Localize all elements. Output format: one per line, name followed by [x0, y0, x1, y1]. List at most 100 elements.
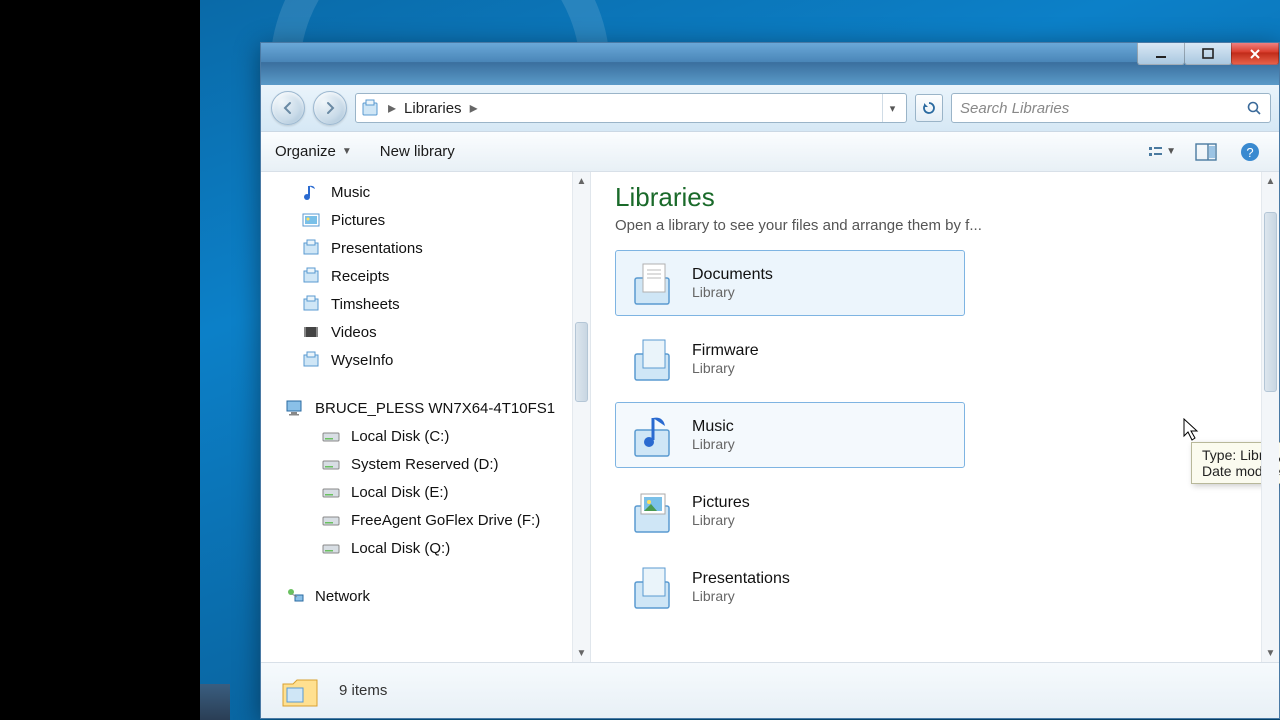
breadcrumb-location[interactable]: Libraries — [398, 100, 468, 117]
libraries-icon — [360, 97, 382, 119]
view-options-button[interactable]: ▼ — [1147, 139, 1177, 165]
content-scrollbar[interactable]: ▲ ▼ — [1261, 172, 1279, 662]
sidebar-drive-d[interactable]: System Reserved (D:) — [261, 450, 590, 478]
minimize-button[interactable] — [1137, 43, 1185, 65]
library-list: Documents Library Firmware Library — [615, 250, 1279, 620]
scrollbar-thumb[interactable] — [1264, 212, 1277, 392]
maximize-icon — [1202, 48, 1214, 60]
page-subtitle: Open a library to see your files and arr… — [615, 217, 1279, 234]
scroll-up-icon[interactable]: ▲ — [1262, 172, 1279, 190]
forward-arrow-icon — [322, 100, 338, 116]
sidebar-item-music[interactable]: Music — [261, 178, 590, 206]
navigation-pane[interactable]: Music Pictures Presentations Receipts Ti… — [261, 172, 591, 662]
sidebar-item-label: Local Disk (C:) — [351, 428, 449, 445]
library-name: Firmware — [692, 342, 759, 360]
library-name: Presentations — [692, 570, 790, 588]
preview-pane-button[interactable] — [1191, 139, 1221, 165]
pictures-library-icon — [626, 485, 678, 537]
content-pane[interactable]: Libraries Open a library to see your fil… — [591, 172, 1279, 662]
library-item-music[interactable]: Music Library — [615, 402, 965, 468]
back-button[interactable] — [271, 91, 305, 125]
preview-pane-icon — [1195, 143, 1217, 161]
sidebar-item-pictures[interactable]: Pictures — [261, 206, 590, 234]
sidebar-item-timsheets[interactable]: Timsheets — [261, 290, 590, 318]
status-item-count: 9 items — [339, 682, 387, 699]
sidebar-drive-q[interactable]: Local Disk (Q:) — [261, 534, 590, 562]
search-icon — [1246, 100, 1262, 116]
sidebar-computer-label: BRUCE_PLESS WN7X64-4T10FS1 — [315, 400, 555, 417]
scroll-down-icon[interactable]: ▼ — [573, 644, 590, 662]
forward-button[interactable] — [313, 91, 347, 125]
scrollbar-thumb[interactable] — [575, 322, 588, 402]
address-dropdown[interactable]: ▾ — [882, 94, 902, 122]
drive-icon — [321, 510, 341, 530]
view-icon — [1148, 143, 1162, 161]
titlebar[interactable] — [261, 43, 1279, 85]
address-bar[interactable]: ▸ Libraries ▸ ▾ — [355, 93, 907, 123]
sidebar-item-label: System Reserved (D:) — [351, 456, 499, 473]
sidebar-item-wyseinfo[interactable]: WyseInfo — [261, 346, 590, 374]
new-library-button[interactable]: New library — [380, 143, 455, 160]
new-library-label: New library — [380, 143, 455, 160]
search-box[interactable]: Search Libraries — [951, 93, 1271, 123]
library-type: Library — [692, 588, 790, 604]
generic-library-icon — [626, 333, 678, 385]
window-controls — [1138, 43, 1279, 65]
maximize-button[interactable] — [1184, 43, 1232, 65]
generic-library-icon — [626, 561, 678, 613]
status-bar: 9 items — [261, 662, 1279, 718]
sidebar-item-presentations[interactable]: Presentations — [261, 234, 590, 262]
drive-icon — [321, 538, 341, 558]
minimize-icon — [1155, 48, 1167, 60]
sidebar-drive-c[interactable]: Local Disk (C:) — [261, 422, 590, 450]
sidebar-item-label: Pictures — [331, 212, 385, 229]
documents-library-icon — [626, 257, 678, 309]
sidebar-item-label: Videos — [331, 324, 377, 341]
library-item-pictures[interactable]: Pictures Library — [615, 478, 965, 544]
sidebar-computer[interactable]: BRUCE_PLESS WN7X64-4T10FS1 — [261, 394, 590, 422]
sidebar-item-receipts[interactable]: Receipts — [261, 262, 590, 290]
sidebar-item-label: Local Disk (Q:) — [351, 540, 450, 557]
library-type: Library — [692, 436, 735, 452]
library-name: Pictures — [692, 494, 750, 512]
scroll-up-icon[interactable]: ▲ — [573, 172, 590, 190]
sidebar-item-label: Timsheets — [331, 296, 400, 313]
sidebar-drive-f[interactable]: FreeAgent GoFlex Drive (F:) — [261, 506, 590, 534]
drive-icon — [321, 482, 341, 502]
computer-icon — [285, 398, 305, 418]
sidebar-drive-e[interactable]: Local Disk (E:) — [261, 478, 590, 506]
library-icon — [301, 266, 321, 286]
sidebar-item-label: Receipts — [331, 268, 389, 285]
close-button[interactable] — [1231, 43, 1279, 65]
scroll-down-icon[interactable]: ▼ — [1262, 644, 1279, 662]
page-title: Libraries — [615, 182, 1279, 213]
library-name: Documents — [692, 266, 773, 284]
library-icon — [301, 350, 321, 370]
explorer-window: ▸ Libraries ▸ ▾ Search Libraries — [260, 42, 1280, 719]
library-item-documents[interactable]: Documents Library — [615, 250, 965, 316]
library-type: Library — [692, 284, 773, 300]
library-type: Library — [692, 512, 750, 528]
search-placeholder: Search Libraries — [960, 100, 1069, 117]
sidebar-item-label: Music — [331, 184, 370, 201]
nav-row: ▸ Libraries ▸ ▾ Search Libraries — [261, 85, 1279, 132]
music-library-icon — [626, 409, 678, 461]
breadcrumb-sep-icon: ▸ — [386, 98, 398, 118]
sidebar-item-label: Presentations — [331, 240, 423, 257]
explorer-body: Music Pictures Presentations Receipts Ti… — [261, 172, 1279, 662]
sidebar-item-videos[interactable]: Videos — [261, 318, 590, 346]
library-item-presentations[interactable]: Presentations Library — [615, 554, 965, 620]
organize-label: Organize — [275, 143, 336, 160]
network-icon — [285, 586, 305, 606]
help-icon: ? — [1240, 142, 1260, 162]
sidebar-network[interactable]: Network — [261, 582, 590, 610]
library-item-firmware[interactable]: Firmware Library — [615, 326, 965, 392]
sidebar-scrollbar[interactable]: ▲ ▼ — [572, 172, 590, 662]
help-button[interactable]: ? — [1235, 139, 1265, 165]
music-icon — [301, 182, 321, 202]
back-arrow-icon — [280, 100, 296, 116]
refresh-button[interactable] — [915, 94, 943, 122]
organize-menu[interactable]: Organize ▼ — [275, 143, 352, 160]
drive-icon — [321, 426, 341, 446]
chevron-down-icon: ▼ — [1166, 146, 1176, 157]
